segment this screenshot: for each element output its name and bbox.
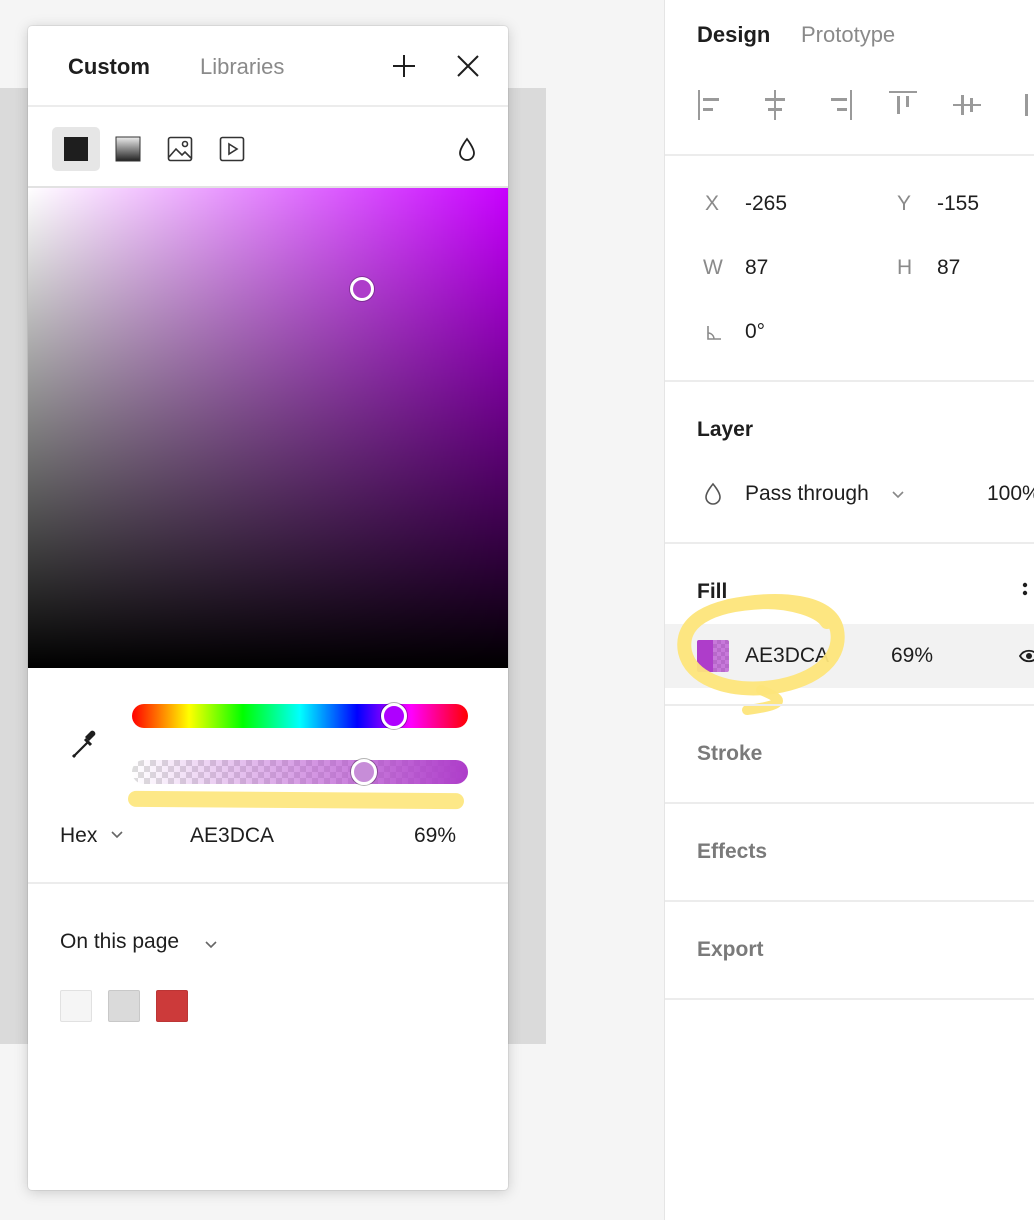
opacity-slider[interactable] bbox=[132, 760, 468, 784]
fill-row[interactable]: AE3DCA 69% bbox=[665, 624, 1034, 688]
picker-header: Custom Libraries bbox=[28, 26, 508, 107]
color-controls: Hex AE3DCA 69% bbox=[28, 668, 508, 884]
fill-color-swatch[interactable] bbox=[697, 640, 729, 672]
y-position-field[interactable]: Y -155 bbox=[897, 192, 1017, 222]
plus-icon[interactable] bbox=[388, 50, 420, 82]
image-paint-button[interactable] bbox=[156, 127, 204, 171]
color-swatch[interactable] bbox=[156, 990, 188, 1022]
layer-section-title: Layer bbox=[697, 418, 754, 441]
more-options-icon[interactable] bbox=[1021, 580, 1029, 604]
stroke-section-title[interactable]: Stroke bbox=[697, 742, 762, 766]
hue-slider-handle[interactable] bbox=[381, 703, 408, 729]
chevron-down-icon bbox=[205, 941, 217, 949]
color-swatch[interactable] bbox=[60, 990, 92, 1022]
align-bottom-icon[interactable] bbox=[1013, 86, 1034, 124]
solid-paint-button[interactable] bbox=[52, 127, 100, 171]
rotation-field[interactable]: 0° bbox=[703, 320, 823, 350]
chevron-down-icon bbox=[892, 491, 904, 499]
video-icon bbox=[219, 136, 245, 162]
opacity-input[interactable]: 69% bbox=[414, 824, 456, 848]
image-icon bbox=[167, 136, 193, 162]
align-right-icon[interactable] bbox=[821, 86, 857, 124]
align-left-icon[interactable] bbox=[693, 86, 729, 124]
saturation-brightness-field[interactable] bbox=[28, 188, 508, 668]
solid-fill-icon bbox=[64, 137, 88, 161]
chevron-down-icon bbox=[111, 831, 123, 839]
color-swatch[interactable] bbox=[108, 990, 140, 1022]
effects-section-title[interactable]: Effects bbox=[697, 840, 767, 864]
blend-mode-select[interactable]: Pass through bbox=[745, 482, 869, 506]
close-icon[interactable] bbox=[452, 50, 484, 82]
hue-slider[interactable] bbox=[132, 704, 468, 728]
height-field[interactable]: H 87 bbox=[897, 256, 1017, 286]
layer-opacity-input[interactable]: 100% bbox=[987, 482, 1034, 506]
gradient-paint-button[interactable] bbox=[104, 127, 152, 171]
eyedropper-icon[interactable] bbox=[68, 726, 104, 762]
color-field-handle[interactable] bbox=[350, 277, 374, 301]
blend-drop-icon bbox=[705, 482, 721, 505]
color-format-select[interactable]: Hex bbox=[60, 824, 97, 848]
align-vertical-center-icon[interactable] bbox=[949, 86, 985, 124]
fill-opacity-input[interactable]: 69% bbox=[891, 644, 933, 668]
alignment-toolbar bbox=[693, 86, 1034, 126]
tab-design[interactable]: Design bbox=[697, 22, 770, 48]
align-top-icon[interactable] bbox=[885, 86, 921, 124]
export-section-title[interactable]: Export bbox=[697, 938, 764, 962]
align-horizontal-center-icon[interactable] bbox=[757, 86, 793, 124]
tab-custom[interactable]: Custom bbox=[68, 54, 150, 80]
hex-input[interactable]: AE3DCA bbox=[190, 824, 274, 848]
fill-hex-input[interactable]: AE3DCA bbox=[745, 644, 829, 668]
blend-drop-icon[interactable] bbox=[456, 137, 478, 163]
color-picker-popover: Custom Libraries Hex AE3DCA 69% On this … bbox=[28, 26, 508, 1190]
color-source-select[interactable]: On this page bbox=[60, 930, 179, 954]
rotation-icon bbox=[707, 326, 721, 340]
paint-type-row bbox=[28, 107, 508, 188]
eye-icon[interactable] bbox=[1019, 646, 1034, 666]
properties-panel: Design Prototype X -265 Y -155 W 87 H 87… bbox=[664, 0, 1034, 1220]
opacity-slider-handle[interactable] bbox=[350, 759, 377, 785]
tab-prototype[interactable]: Prototype bbox=[801, 22, 895, 48]
video-paint-button[interactable] bbox=[208, 127, 256, 171]
tab-libraries[interactable]: Libraries bbox=[200, 54, 284, 80]
x-position-field[interactable]: X -265 bbox=[705, 192, 825, 222]
highlight-annotation bbox=[127, 790, 465, 810]
gradient-fill-icon bbox=[115, 136, 141, 162]
color-format-row: Hex AE3DCA 69% bbox=[60, 820, 460, 850]
fill-section-title: Fill bbox=[697, 580, 728, 603]
width-field[interactable]: W 87 bbox=[703, 256, 823, 286]
